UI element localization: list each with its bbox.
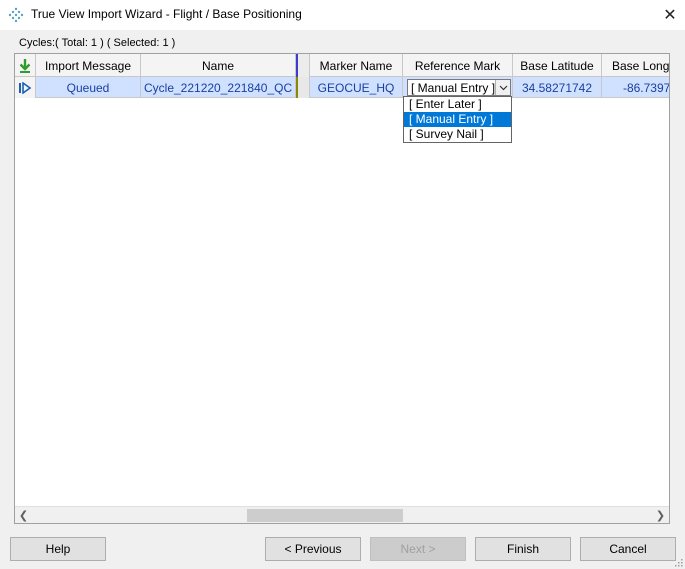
finish-button[interactable]: Finish: [475, 537, 571, 561]
horizontal-scrollbar[interactable]: ❮ ❯: [15, 506, 669, 523]
col-reference-mark[interactable]: Reference Mark: [403, 54, 513, 77]
scroll-left-icon[interactable]: ❮: [15, 507, 32, 523]
import-arrow-header[interactable]: [15, 54, 36, 77]
option-manual-entry[interactable]: [ Manual Entry ]: [404, 112, 511, 127]
scroll-thumb[interactable]: [247, 509, 403, 522]
option-enter-later[interactable]: [ Enter Later ]: [404, 97, 511, 112]
next-button[interactable]: Next >: [370, 537, 466, 561]
app-diamond-icon: [8, 7, 24, 23]
cell-base-longitude[interactable]: -86.73970: [602, 77, 669, 98]
cell-base-latitude[interactable]: 34.58271742: [513, 77, 602, 98]
frozen-divider-cell: [296, 77, 310, 98]
close-button[interactable]: ✕: [655, 0, 685, 30]
frozen-divider: [296, 54, 310, 77]
current-row-icon: [19, 81, 32, 94]
scroll-right-icon[interactable]: ❯: [652, 507, 669, 523]
cancel-button[interactable]: Cancel: [580, 537, 676, 561]
cell-marker-name[interactable]: GEOCUE_HQ: [310, 77, 403, 98]
resize-grip-icon[interactable]: [673, 557, 683, 567]
cycles-grid[interactable]: Import Message Name Marker Name Referenc…: [14, 53, 670, 524]
cell-name[interactable]: Cycle_221220_221840_QC: [141, 77, 296, 98]
col-base-latitude[interactable]: Base Latitude: [513, 54, 602, 77]
close-icon: ✕: [663, 7, 677, 24]
table-row[interactable]: Queued Cycle_221220_221840_QC GEOCUE_HQ …: [15, 77, 669, 98]
download-arrow-icon: [19, 58, 31, 73]
reference-mark-dropdown: [ Enter Later ] [ Manual Entry ] [ Surve…: [403, 96, 512, 143]
chevron-down-icon[interactable]: [495, 80, 510, 95]
cycles-summary: Cycles:( Total: 1 ) ( Selected: 1 ): [19, 37, 176, 49]
col-base-longitude[interactable]: Base Long: [602, 54, 669, 77]
reference-mark-value: [ Manual Entry ]: [411, 80, 496, 95]
col-marker-name[interactable]: Marker Name: [310, 54, 403, 77]
help-button[interactable]: Help: [10, 537, 106, 561]
grid-header: Import Message Name Marker Name Referenc…: [15, 54, 669, 77]
reference-mark-select[interactable]: [ Manual Entry ]: [407, 79, 511, 96]
row-indicator[interactable]: [15, 77, 36, 98]
cell-import-message[interactable]: Queued: [36, 77, 141, 98]
previous-button[interactable]: < Previous: [265, 537, 361, 561]
option-survey-nail[interactable]: [ Survey Nail ]: [404, 127, 511, 142]
title-bar: True View Import Wizard - Flight / Base …: [0, 0, 685, 30]
col-name[interactable]: Name: [141, 54, 296, 77]
window-title: True View Import Wizard - Flight / Base …: [31, 7, 302, 21]
col-import-message[interactable]: Import Message: [36, 54, 141, 77]
